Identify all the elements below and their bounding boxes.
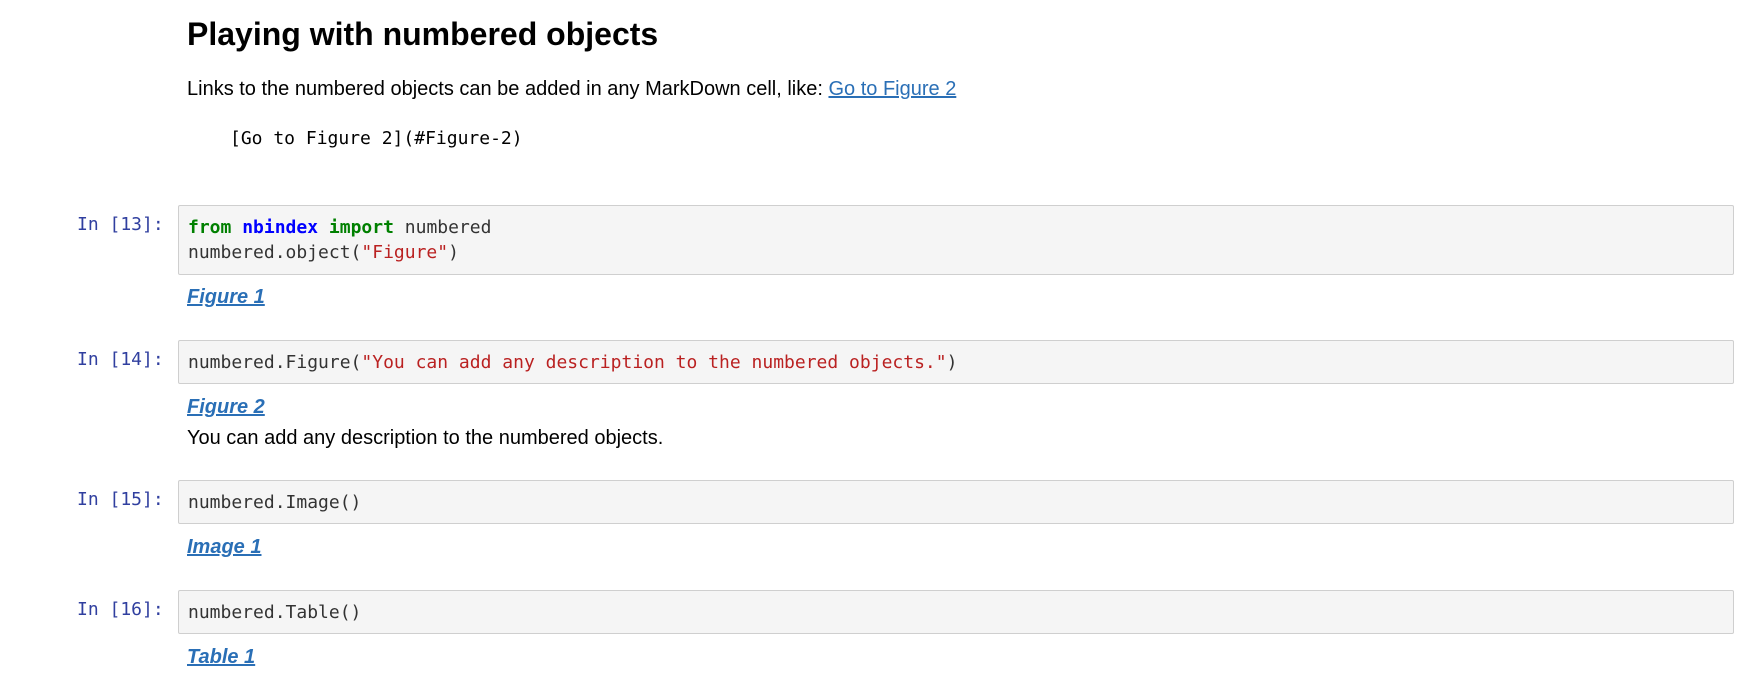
keyword-from: from bbox=[188, 217, 232, 238]
output-image-1-link[interactable]: Image 1 bbox=[187, 535, 261, 559]
cell-15-code-input[interactable]: numbered.Image() bbox=[178, 480, 1734, 524]
cell-16-code-input[interactable]: numbered.Table() bbox=[178, 590, 1734, 634]
paragraph-text: Links to the numbered objects can be add… bbox=[187, 78, 829, 100]
go-to-figure-2-link[interactable]: Go to Figure 2 bbox=[828, 78, 956, 100]
markdown-paragraph: Links to the numbered objects can be add… bbox=[187, 76, 956, 102]
code-string: "You can add any description to the numb… bbox=[361, 352, 947, 373]
cell-13-prompt: In [13]: bbox=[77, 214, 164, 235]
markdown-code-example: [Go to Figure 2](#Figure-2) bbox=[230, 128, 523, 149]
code-string: "Figure" bbox=[361, 242, 449, 263]
cell-14-code-input[interactable]: numbered.Figure("You can add any descrip… bbox=[178, 340, 1734, 384]
code-call-close: ) bbox=[448, 242, 459, 263]
import-name: numbered bbox=[393, 217, 492, 238]
output-table-1-link[interactable]: Table 1 bbox=[187, 645, 255, 669]
output-figure-1-link[interactable]: Figure 1 bbox=[187, 285, 265, 309]
module-name: nbindex bbox=[242, 217, 319, 238]
output-figure-2-description: You can add any description to the numbe… bbox=[187, 427, 664, 449]
cell-13-code-input[interactable]: from nbindex import numbered numbered.ob… bbox=[178, 205, 1734, 275]
output-figure-2-link[interactable]: Figure 2 bbox=[187, 395, 265, 419]
cell-16-prompt: In [16]: bbox=[77, 599, 164, 620]
keyword-import: import bbox=[328, 217, 394, 238]
code-call: numbered.Image() bbox=[188, 492, 362, 513]
section-heading: Playing with numbered objects bbox=[187, 16, 659, 52]
cell-14-prompt: In [14]: bbox=[77, 349, 164, 370]
code-call: numbered.Table() bbox=[188, 602, 362, 623]
code-call: numbered.object( bbox=[188, 242, 362, 263]
cell-15-prompt: In [15]: bbox=[77, 489, 164, 510]
code-call-close: ) bbox=[946, 352, 958, 373]
code-call: numbered.Figure( bbox=[188, 352, 362, 373]
